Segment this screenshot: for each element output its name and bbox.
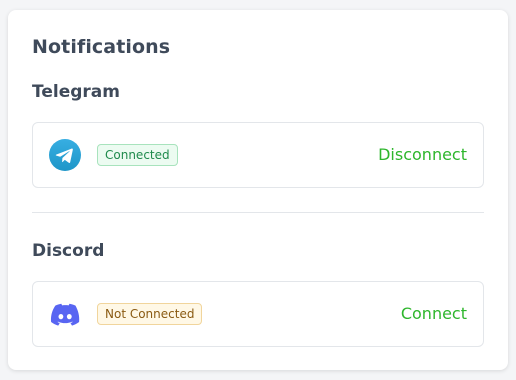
status-badge-connected: Connected [97,144,178,166]
section-divider [32,212,484,213]
status-badge-not-connected: Not Connected [97,303,203,325]
page-title: Notifications [32,36,171,58]
telegram-section-title: Telegram [32,82,120,102]
telegram-icon [49,139,81,171]
connect-discord-button[interactable]: Connect [401,303,467,325]
disconnect-telegram-button[interactable]: Disconnect [378,144,467,166]
discord-icon [49,298,81,330]
notifications-card: Notifications Telegram Connected Disconn… [8,10,508,370]
discord-section-title: Discord [32,241,105,261]
telegram-integration-row: Connected Disconnect [32,122,484,188]
discord-integration-row: Not Connected Connect [32,281,484,347]
